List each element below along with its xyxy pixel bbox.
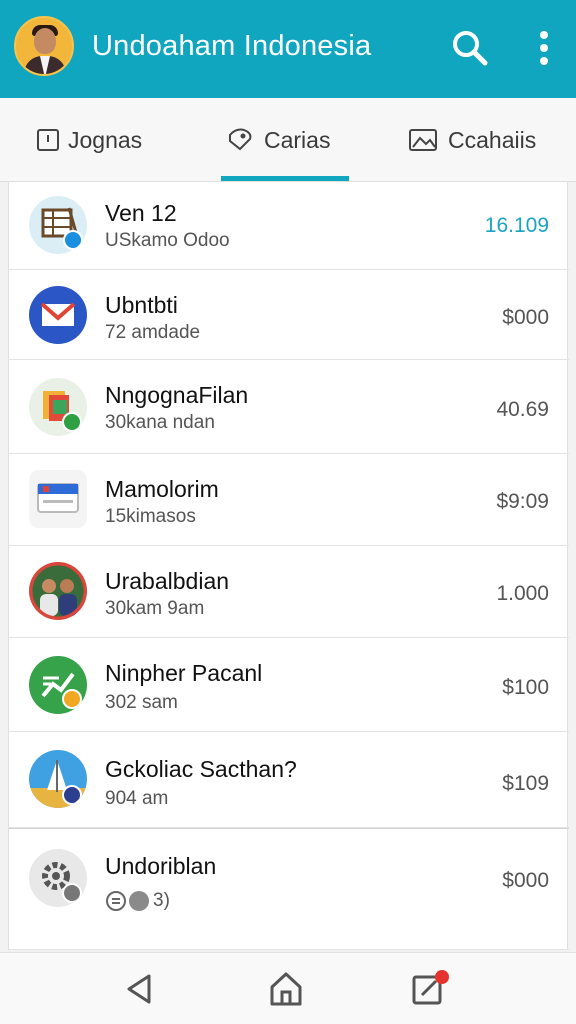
more-vert-icon[interactable] — [524, 28, 564, 68]
tab-carias[interactable]: Carias — [226, 98, 330, 182]
home-icon[interactable] — [264, 967, 308, 1011]
item-amount: $100 — [502, 676, 549, 699]
list-item[interactable]: Ven 12 USkamo Odoo 16.109 — [9, 182, 569, 270]
item-list: Ven 12 USkamo Odoo 16.109 Ubntbti 72 amd… — [8, 182, 569, 950]
item-subtitle: USkamo Odoo — [105, 230, 230, 251]
item-subtitle: 302 sam — [105, 692, 178, 713]
system-nav-bar — [0, 952, 576, 1024]
mail-icon — [29, 286, 87, 344]
tab-bar: Jognas Carias Ccahaiis — [0, 98, 576, 182]
item-subtitle: 904 am — [105, 788, 169, 809]
item-subtitle-row: 3) — [105, 889, 170, 913]
app-title: Undoaham Indonesia — [92, 30, 372, 62]
tab-label: Jognas — [68, 126, 143, 153]
chart-icon — [29, 656, 87, 714]
item-amount: $000 — [502, 306, 549, 329]
list-item[interactable]: Urabalbdian 30kam 9am 1.000 — [9, 546, 569, 638]
item-title: Ven 12 — [105, 200, 177, 226]
item-subtitle: 72 amdade — [105, 322, 201, 343]
list-item[interactable]: Mamolorim 15kimasos $9:09 — [9, 454, 569, 546]
card-icon — [29, 470, 87, 528]
list-item[interactable]: Gckoliac Sacthan? 904 am $109 — [9, 732, 569, 828]
square-icon — [36, 128, 60, 152]
list-item[interactable]: NngognaFilan 30kana ndan 40.69 — [9, 360, 569, 454]
item-title: Ubntbti — [105, 292, 178, 318]
list-item[interactable]: Undoriblan 3) $000 — [9, 828, 569, 950]
tag-icon — [226, 127, 256, 153]
item-amount: 16.109 — [484, 214, 549, 237]
item-title: Urabalbdian — [105, 568, 230, 594]
tab-jognas[interactable]: Jognas — [36, 98, 142, 182]
files-icon — [29, 378, 87, 436]
back-icon[interactable] — [118, 967, 162, 1011]
item-amount: $000 — [502, 869, 549, 892]
item-amount: $109 — [502, 772, 549, 795]
avatar[interactable] — [14, 16, 74, 76]
item-title: Gckoliac Sacthan? — [105, 756, 297, 782]
tab-label: Carias — [264, 126, 331, 153]
item-title: Undoriblan — [105, 853, 217, 879]
item-title: Mamolorim — [105, 476, 219, 502]
share-icon[interactable] — [408, 967, 452, 1011]
spreadsheet-icon — [29, 196, 87, 254]
item-title: NngognaFilan — [105, 382, 249, 408]
list-item[interactable]: Ninpher Pacanl 302 sam $100 — [9, 638, 569, 732]
item-subtitle: 30kana ndan — [105, 412, 215, 433]
gear-icon — [29, 849, 87, 907]
image-icon — [408, 127, 440, 153]
item-subtitle: 30kam 9am — [105, 598, 205, 619]
boat-icon — [29, 750, 87, 808]
item-amount: 1.000 — [496, 582, 549, 605]
app-bar: Undoaham Indonesia — [0, 0, 576, 98]
list-item[interactable]: Ubntbti 72 amdade $000 — [9, 270, 569, 360]
item-subtitle: 15kimasos — [105, 506, 196, 527]
active-tab-indicator — [221, 176, 349, 181]
item-subtitle: 3) — [153, 890, 170, 911]
item-amount: 40.69 — [496, 398, 549, 421]
reaction-icons — [106, 891, 149, 911]
tab-label: Ccahaiis — [448, 126, 537, 153]
tab-ccahaiis[interactable]: Ccahaiis — [408, 98, 536, 182]
search-icon[interactable] — [450, 28, 490, 68]
item-title: Ninpher Pacanl — [105, 660, 263, 686]
people-photo-icon — [29, 562, 87, 620]
item-amount: $9:09 — [496, 490, 549, 513]
